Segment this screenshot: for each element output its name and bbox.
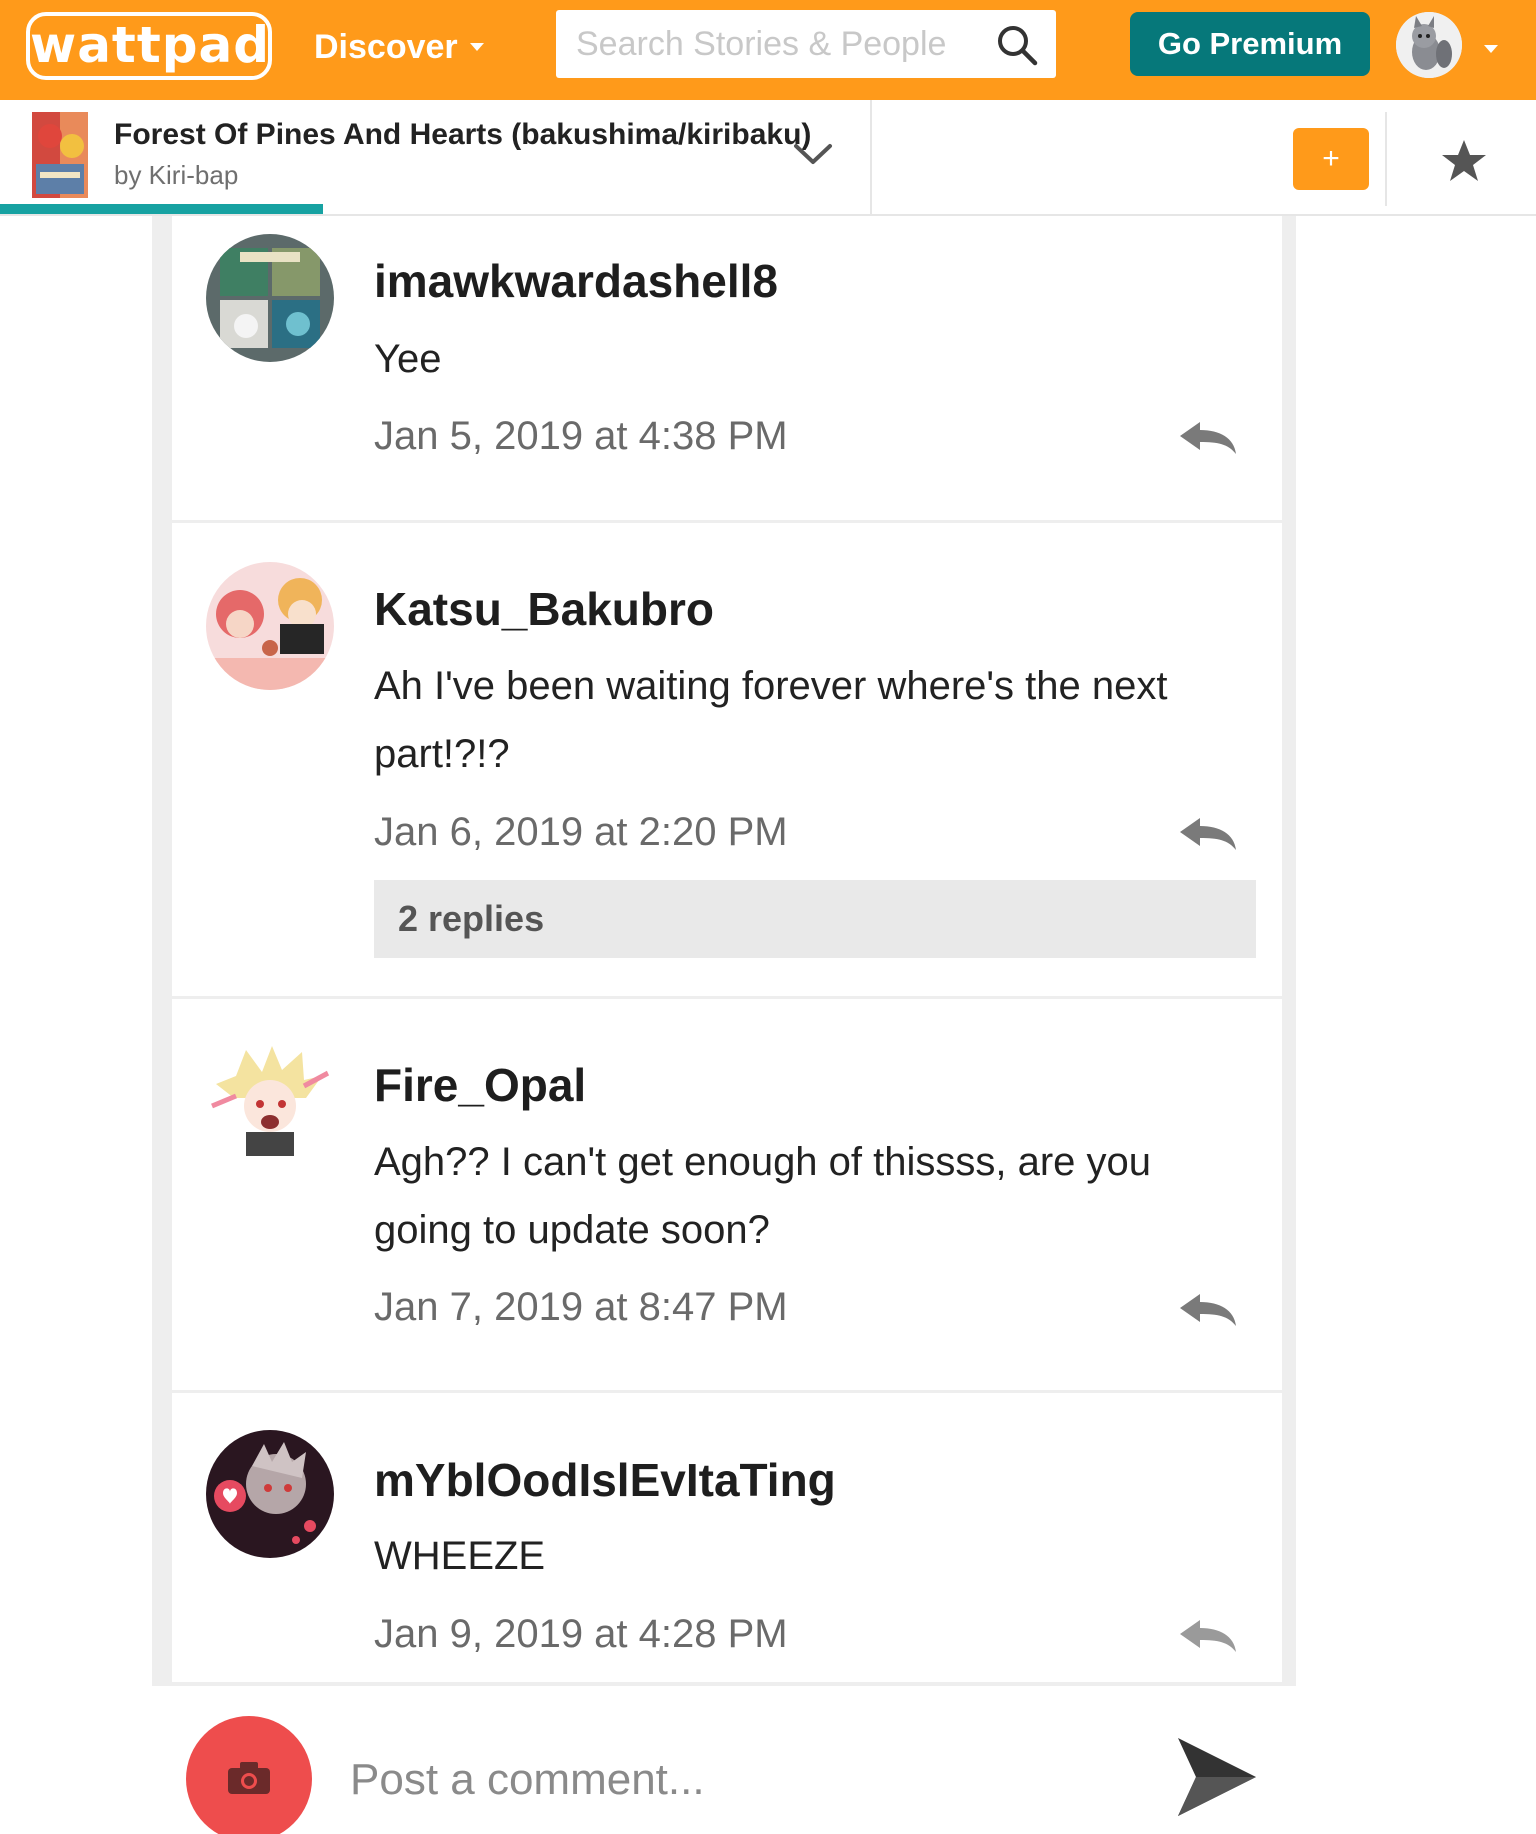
comment-username[interactable]: Fire_Opal [374,1058,586,1112]
reply-icon[interactable] [1176,1290,1240,1330]
go-premium-button[interactable]: Go Premium [1130,12,1370,76]
comment-username[interactable]: imawkwardashell8 [374,254,778,308]
header-divider [1385,112,1387,206]
comment-timestamp: Jan 6, 2019 at 2:20 PM [374,810,788,854]
comment-text: Agh?? I can't get enough of thissss, are… [374,1140,1152,1252]
search-icon[interactable] [996,24,1038,66]
comment-input[interactable] [350,1740,1130,1820]
comment-username[interactable]: mYblOodIslEvItaTing [374,1453,836,1507]
send-icon[interactable] [1172,1734,1260,1820]
commenter-avatar[interactable] [206,1036,334,1164]
view-replies-button[interactable]: 2 replies [374,880,1256,958]
add-to-library-button[interactable]: + [1293,128,1369,190]
comment-text: Ah I've been waiting forever where's the… [374,664,1168,776]
commenter-avatar[interactable] [206,234,334,362]
comment-username[interactable]: Katsu_Bakubro [374,582,714,636]
story-title[interactable]: Forest Of Pines And Hearts (bakushima/ki… [114,118,811,152]
reply-icon[interactable] [1176,418,1240,458]
reply-icon[interactable] [1176,1616,1240,1656]
camera-icon [228,1762,270,1794]
top-navbar: wattpad Discover Go Premium [0,0,1536,100]
chevron-down-icon[interactable] [790,138,836,168]
story-author[interactable]: by Kiri-bap [114,160,238,191]
discover-label: Discover [314,27,458,66]
reply-icon[interactable] [1176,814,1240,854]
comment-text: WHEEZE [374,1534,546,1578]
search-bar [556,10,1056,78]
comment-divider [172,1390,1282,1393]
commenter-avatar[interactable] [206,1430,334,1558]
comment-timestamp: Jan 7, 2019 at 8:47 PM [374,1285,788,1329]
comment-divider [172,520,1282,523]
caret-down-icon [469,43,484,51]
wattpad-logo[interactable]: wattpad [26,12,272,80]
add-photo-button[interactable] [186,1716,312,1834]
story-cover[interactable] [32,112,88,198]
user-avatar[interactable] [1396,12,1462,78]
comment-timestamp: Jan 9, 2019 at 4:28 PM [374,1612,788,1656]
commenter-avatar[interactable] [206,562,334,690]
star-icon[interactable] [1440,138,1488,184]
user-menu-caret-icon[interactable] [1484,45,1498,53]
comment-divider [172,996,1282,999]
discover-menu[interactable]: Discover [314,22,484,72]
story-header: Forest Of Pines And Hearts (bakushima/ki… [0,100,1536,216]
comment-text: Yee [374,337,442,381]
comment-timestamp: Jan 5, 2019 at 4:38 PM [374,414,788,458]
search-input[interactable] [556,10,976,78]
reading-progress-bar [0,204,323,214]
header-divider [870,100,872,214]
